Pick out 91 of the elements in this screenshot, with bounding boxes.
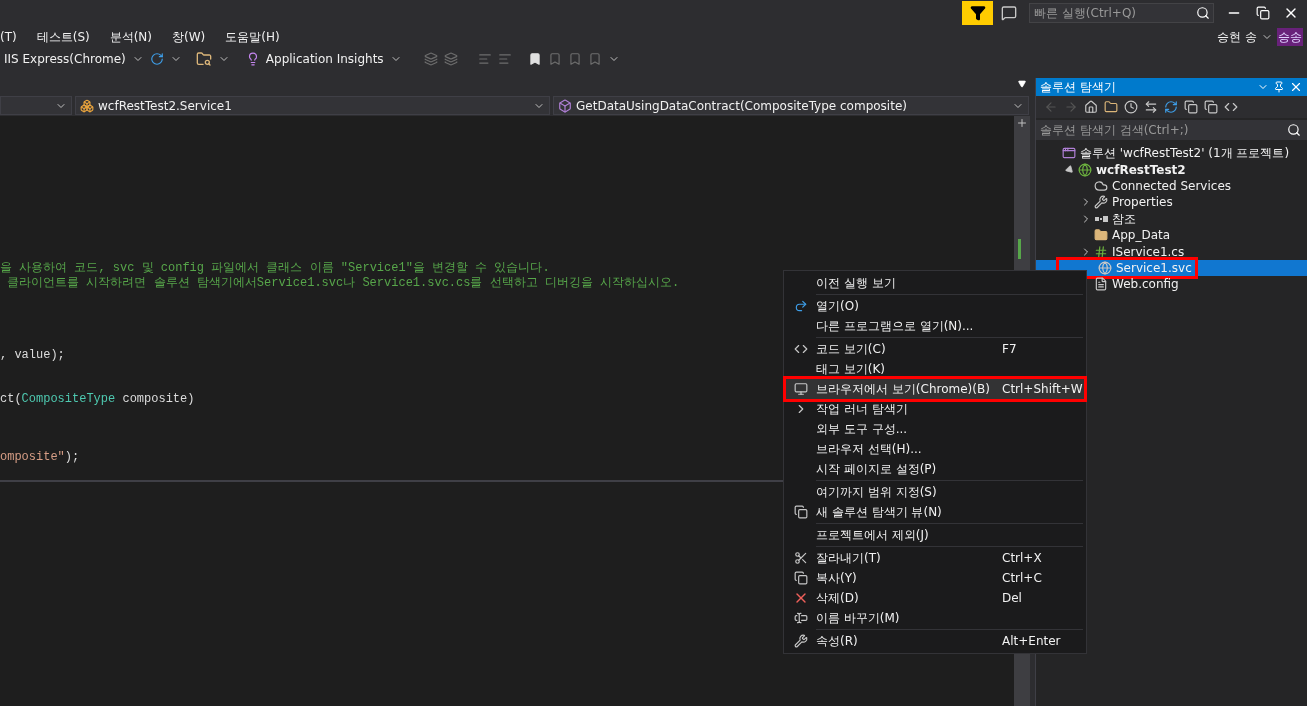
copy-icon — [794, 571, 808, 585]
code-line: 클라이언트를 시작하려면 솔루션 탐색기에서Service1.svc나 Service1.svc.cs를 선택하고 디버깅을 시작하십시오. — [6, 275, 680, 290]
menu-item[interactable]: 분석(N) — [109, 28, 153, 46]
copy-icon[interactable] — [1204, 100, 1218, 114]
cloud-icon — [1094, 179, 1108, 193]
quick-launch-field[interactable]: 빠른 실행(Ctrl+Q) — [1029, 3, 1214, 23]
layers-icon[interactable] — [443, 52, 458, 66]
cut-icon — [794, 551, 808, 565]
menu-item[interactable]: (T) — [0, 28, 17, 46]
menu-item[interactable]: 테스트(S) — [36, 28, 90, 46]
context-menu-item[interactable]: 열기(O) — [786, 296, 1084, 316]
context-menu-item[interactable]: 복사(Y) Ctrl+C — [786, 568, 1084, 588]
class-name: wcfRestTest2.Service1 — [98, 97, 232, 115]
tree-item[interactable]: 참조 — [1094, 209, 1140, 228]
context-menu-item[interactable]: 태그 보기(K) — [786, 359, 1084, 379]
filter-icon[interactable] — [962, 1, 993, 25]
wrench-icon — [794, 634, 808, 648]
refresh-icon[interactable] — [149, 52, 164, 66]
tree-item[interactable]: 솔루션 'wcfRestTest2' (1개 프로젝트) — [1062, 144, 1294, 163]
context-menu-item[interactable]: 이전 실행 보기 — [786, 273, 1084, 293]
menu-item[interactable]: 도움말(H) — [225, 28, 280, 46]
tree-item[interactable]: Properties — [1094, 193, 1177, 212]
class-icon — [80, 98, 94, 113]
tree-item[interactable]: App_Data — [1094, 226, 1175, 245]
shortcut-text: F7 — [1002, 341, 1017, 358]
layers-icon[interactable] — [423, 52, 438, 66]
context-menu-item[interactable]: 시작 페이지로 설정(P) — [786, 459, 1084, 479]
context-menu-item[interactable]: 브라우저 선택(H)... — [786, 439, 1084, 459]
method-icon — [558, 98, 572, 113]
context-menu-item[interactable]: 다른 프로그램으로 열기(N)... — [786, 316, 1084, 336]
context-menu-item[interactable]: 프로젝트에서 제외(J) — [786, 525, 1084, 545]
context-menu-item[interactable]: 외부 도구 구성... — [786, 419, 1084, 439]
history-icon[interactable] — [1124, 100, 1138, 114]
expanded-arrow-icon[interactable] — [1064, 163, 1076, 176]
restore-icon[interactable] — [1256, 6, 1270, 20]
globe-icon — [1098, 260, 1112, 275]
sync-icon[interactable] — [1144, 100, 1158, 114]
shortcut-text: Ctrl+X — [1002, 550, 1042, 567]
tree-item[interactable]: IService1.cs — [1094, 242, 1189, 261]
pin-icon[interactable] — [1273, 81, 1285, 93]
member-dropdown[interactable]: GetDataUsingDataContract(CompositeType composite) — [553, 96, 1029, 115]
context-menu-item[interactable]: 코드 보기(C) F7 — [786, 339, 1084, 359]
search-field[interactable]: 솔루션 탐색기 검색(Ctrl+;) — [1036, 120, 1307, 140]
file-icon — [1094, 277, 1108, 292]
dropdown-arrow-icon[interactable] — [1018, 80, 1026, 88]
rename-icon — [794, 611, 808, 625]
tree-item[interactable]: wcfRestTest2 — [1078, 160, 1190, 179]
menu-item[interactable]: 창(W) — [172, 28, 206, 46]
folder-icon[interactable] — [1104, 100, 1118, 114]
browser-icon — [794, 382, 808, 396]
collapse-icon[interactable] — [1184, 100, 1198, 114]
context-menu-item[interactable]: 잘라내기(T) Ctrl+X — [786, 548, 1084, 568]
refresh-icon[interactable] — [1164, 100, 1178, 114]
method-name: GetDataUsingDataContract(CompositeType composite) — [576, 97, 907, 115]
code-line: 을 사용하여 코드, svc 및 config 파일에서 클래스 이름 "Service1"을 변경할 수 있습니다. — [0, 261, 550, 276]
shortcut-text: Alt+Enter — [1002, 633, 1061, 650]
class-dropdown[interactable]: wcfRestTest2.Service1 — [75, 96, 550, 115]
context-menu-item[interactable]: 삭제(D) Del — [786, 588, 1084, 608]
solution-icon — [1062, 146, 1076, 161]
context-menu-item[interactable]: 여기까지 범위 지정(S) — [786, 482, 1084, 502]
shortcut-text: Ctrl+C — [1002, 570, 1042, 587]
code-icon[interactable] — [1224, 100, 1238, 114]
insights-dropdown[interactable]: Application Insights — [265, 50, 384, 68]
split-icon[interactable] — [1016, 117, 1028, 129]
context-menu-item[interactable]: 새 솔루션 탐색기 뷰(N) — [786, 502, 1084, 522]
user-avatar[interactable]: 승송 — [1277, 28, 1303, 46]
context-menu-item[interactable]: 이름 바꾸기(M) — [786, 608, 1084, 628]
context-menu-item[interactable]: 브라우저에서 보기(Chrome)(B) Ctrl+Shift+W — [786, 379, 1084, 399]
project-icon — [1078, 162, 1092, 177]
code-line: ct(CompositeType composite) — [0, 391, 195, 406]
shortcut-text: Ctrl+Shift+W — [1002, 381, 1083, 398]
windows-icon — [794, 505, 808, 519]
user-name[interactable]: 승현 송 — [1217, 28, 1257, 46]
hash-icon — [1094, 244, 1108, 259]
folder-icon — [1094, 228, 1108, 243]
debug-target-dropdown[interactable]: IIS Express(Chrome) — [4, 50, 126, 68]
panel-title: 솔루션 탐색기 — [1040, 79, 1116, 96]
shortcut-text: Del — [1002, 590, 1022, 607]
wrench-icon — [1094, 195, 1108, 210]
code-line: , value); — [0, 348, 65, 363]
home-icon[interactable] — [1084, 100, 1098, 114]
context-menu-item[interactable]: 속성(R) Alt+Enter — [786, 631, 1084, 651]
code-line: omposite"); — [0, 449, 80, 464]
tree-item[interactable]: Web.config — [1094, 275, 1183, 294]
feedback-icon[interactable] — [1001, 5, 1017, 21]
code-icon — [794, 342, 808, 356]
bookmark-icon[interactable] — [527, 52, 542, 66]
context-menu-item[interactable]: 작업 러너 탐색기 — [786, 399, 1084, 419]
redo-icon — [794, 299, 808, 313]
folder-search-icon[interactable] — [195, 51, 212, 67]
tree-item[interactable]: Connected Services — [1094, 177, 1236, 195]
